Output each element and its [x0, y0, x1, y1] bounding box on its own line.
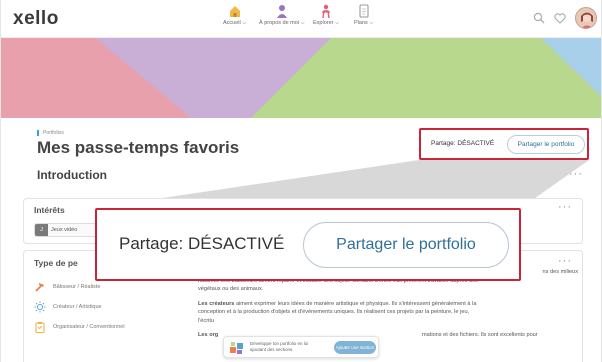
- paragraph-2-line: conception et à la production d'objets e…: [198, 309, 470, 315]
- interest-chip-label: Jeux vidéo: [51, 227, 78, 233]
- nav-item-a-propos[interactable]: À propos de moi ⌵: [259, 3, 305, 27]
- xello-logo[interactable]: xello: [13, 8, 59, 30]
- nav-item-label: À propos de moi ⌵: [259, 20, 305, 26]
- portfolio-blocks-icon: [230, 342, 243, 354]
- interest-chip[interactable]: J Jeux vidéo: [34, 223, 98, 237]
- add-section-prompt: Développe ton portfolio en lui ajoutant …: [223, 336, 379, 358]
- clipboard-icon: [35, 322, 45, 333]
- personality-type-label: Créateur / Artistique: [53, 304, 102, 310]
- share-portfolio-button-zoomed[interactable]: Partager le portfolio: [303, 222, 509, 268]
- personality-more-menu[interactable]: ···: [558, 255, 572, 267]
- plans-document-icon: [359, 4, 369, 18]
- personality-card-title: Type de pe: [34, 258, 78, 268]
- app-window: xello Accueil ⌵ À propos de moi ⌵ Explor…: [0, 0, 602, 362]
- nav-item-label: Explorer ⌵: [313, 20, 340, 26]
- avatar[interactable]: [575, 7, 597, 29]
- person-icon: [276, 5, 287, 18]
- banner-graphic: [1, 38, 601, 118]
- avatar-icon: [581, 12, 593, 28]
- heart-icon[interactable]: [554, 12, 566, 24]
- add-section-button[interactable]: Ajouter une section: [334, 341, 376, 354]
- header-actions: [533, 7, 597, 29]
- nav-item-explorer[interactable]: Explorer ⌵: [313, 3, 339, 27]
- paragraph-2-line: l'écritu: [198, 317, 214, 324]
- paragraph-3-bold: Les org: [198, 332, 219, 338]
- share-status-zoom-callout: Partage: DÉSACTIVÉ Partager le portfolio: [95, 208, 521, 281]
- paragraph-1-line: végétaux ou des animaux.: [198, 286, 264, 292]
- hammer-icon: [35, 283, 44, 292]
- interests-more-menu[interactable]: ···: [558, 201, 572, 213]
- interest-chip-letter: J: [35, 224, 48, 236]
- paragraph-3-end: mations et des fichiers. Ils sont excell…: [422, 332, 538, 338]
- explore-person-icon: [322, 4, 331, 19]
- personality-type-item[interactable]: Organisateur / Conventionnel: [34, 317, 125, 337]
- personality-type-label: Bâtisseur / Réaliste: [53, 284, 101, 290]
- personality-type-item[interactable]: Créateur / Artistique: [34, 297, 125, 317]
- interests-card-title: Intérêts: [34, 205, 65, 215]
- share-portfolio-button[interactable]: Partager le portfolio: [507, 135, 585, 154]
- personality-description: ns des milieux naturels. Les bâtisseurs …: [198, 269, 578, 340]
- top-navigation: xello Accueil ⌵ À propos de moi ⌵ Explor…: [1, 0, 601, 38]
- nav-item-accueil[interactable]: Accueil ⌵: [223, 3, 246, 27]
- search-icon[interactable]: [533, 12, 545, 24]
- nav-item-label: Plans ⌵: [354, 20, 374, 26]
- paragraph-2-bold: Les créateurs: [198, 300, 235, 307]
- paragraph-2-line: Les créateurs aiment exprimer leurs idée…: [198, 300, 477, 307]
- share-status-highlight: Partage: DÉSACTIVÉ Partager le portfolio: [419, 128, 589, 160]
- sun-icon: [34, 301, 46, 313]
- home-icon: [229, 6, 240, 17]
- nav-item-plans[interactable]: Plans ⌵: [354, 3, 373, 27]
- add-section-text: Développe ton portfolio en lui ajoutant …: [250, 341, 309, 352]
- personality-type-label: Organisateur / Conventionnel: [53, 324, 125, 330]
- share-status-label: Partage: DÉSACTIVÉ: [431, 140, 495, 147]
- nav-item-label: Accueil ⌵: [223, 20, 247, 26]
- share-status-label-zoomed: Partage: DÉSACTIVÉ: [119, 234, 285, 253]
- portfolio-banner: [1, 38, 601, 118]
- personality-type-list: Bâtisseur / Réaliste Créateur / Artistiq…: [34, 277, 125, 337]
